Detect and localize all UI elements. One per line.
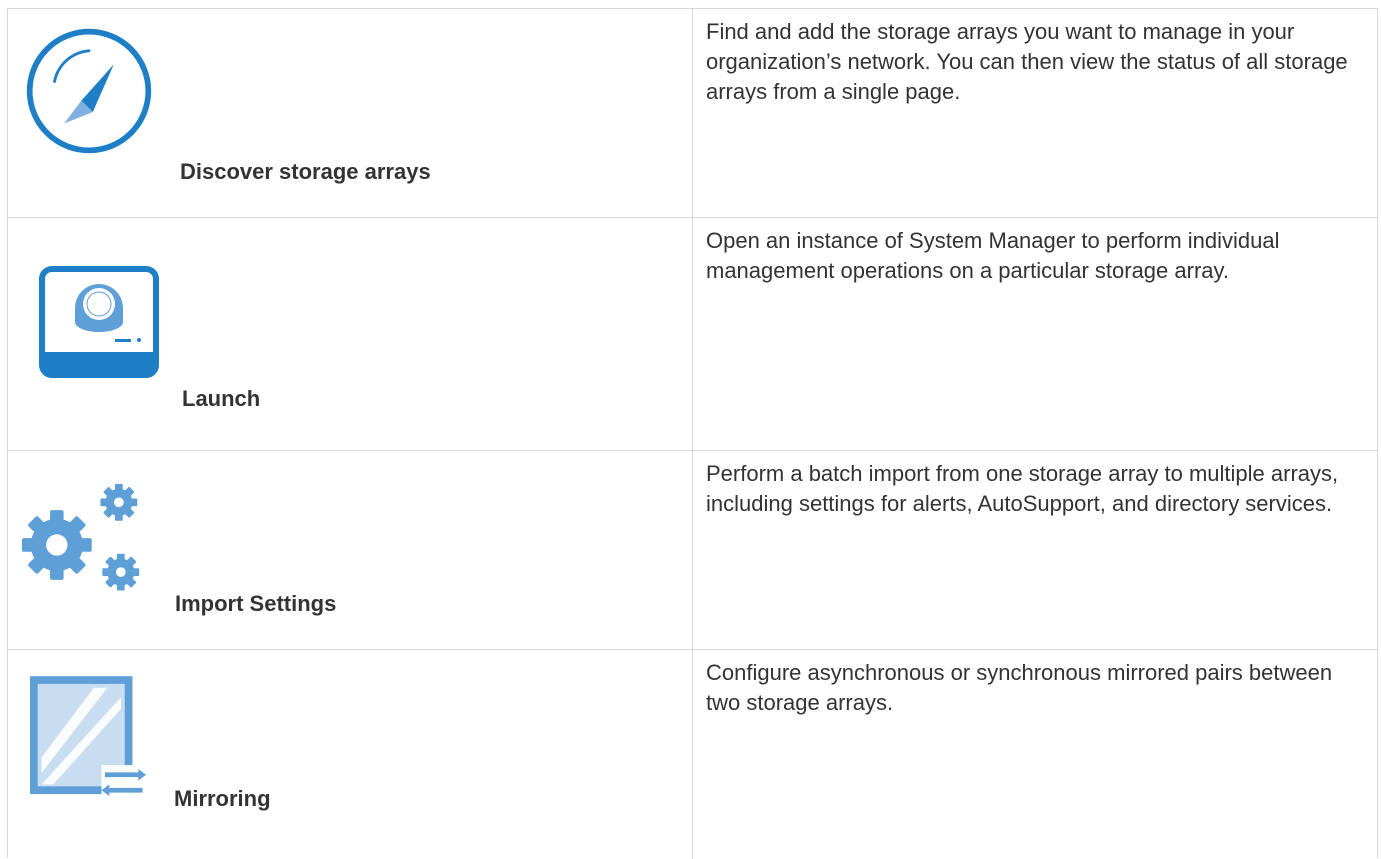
feature-icon-cell: Mirroring <box>8 650 693 859</box>
feature-row-mirroring: Mirroring Configure asynchronous or sync… <box>8 650 1377 859</box>
feature-icon-cell: Import Settings <box>8 451 693 649</box>
mirror-icon <box>30 676 146 800</box>
feature-icon-cell: Discover storage arrays <box>8 9 693 217</box>
storage-launch-icon <box>39 266 159 378</box>
feature-icon-cell: Launch <box>8 218 693 450</box>
feature-row-discover: Discover storage arrays Find and add the… <box>8 9 1377 218</box>
feature-description: Open an instance of System Manager to pe… <box>706 228 1280 283</box>
feature-description: Configure asynchronous or synchronous mi… <box>706 660 1333 715</box>
feature-title: Discover storage arrays <box>180 159 431 184</box>
feature-title: Launch <box>182 386 261 411</box>
feature-row-import-settings: Import Settings Perform a batch import f… <box>8 451 1377 650</box>
feature-row-launch: Launch Open an instance of System Manage… <box>8 218 1377 451</box>
feature-table: Discover storage arrays Find and add the… <box>7 8 1378 859</box>
feature-description: Find and add the storage arrays you want… <box>706 19 1348 104</box>
feature-title: Import Settings <box>175 591 337 616</box>
feature-title: Mirroring <box>174 786 271 811</box>
feature-description-cell: Open an instance of System Manager to pe… <box>693 218 1377 450</box>
gears-icon <box>21 483 140 591</box>
feature-description-cell: Configure asynchronous or synchronous mi… <box>693 650 1377 859</box>
feature-description-cell: Perform a batch import from one storage … <box>693 451 1377 649</box>
feature-description-cell: Find and add the storage arrays you want… <box>693 9 1377 217</box>
feature-description: Perform a batch import from one storage … <box>706 461 1339 516</box>
compass-icon <box>26 28 152 154</box>
